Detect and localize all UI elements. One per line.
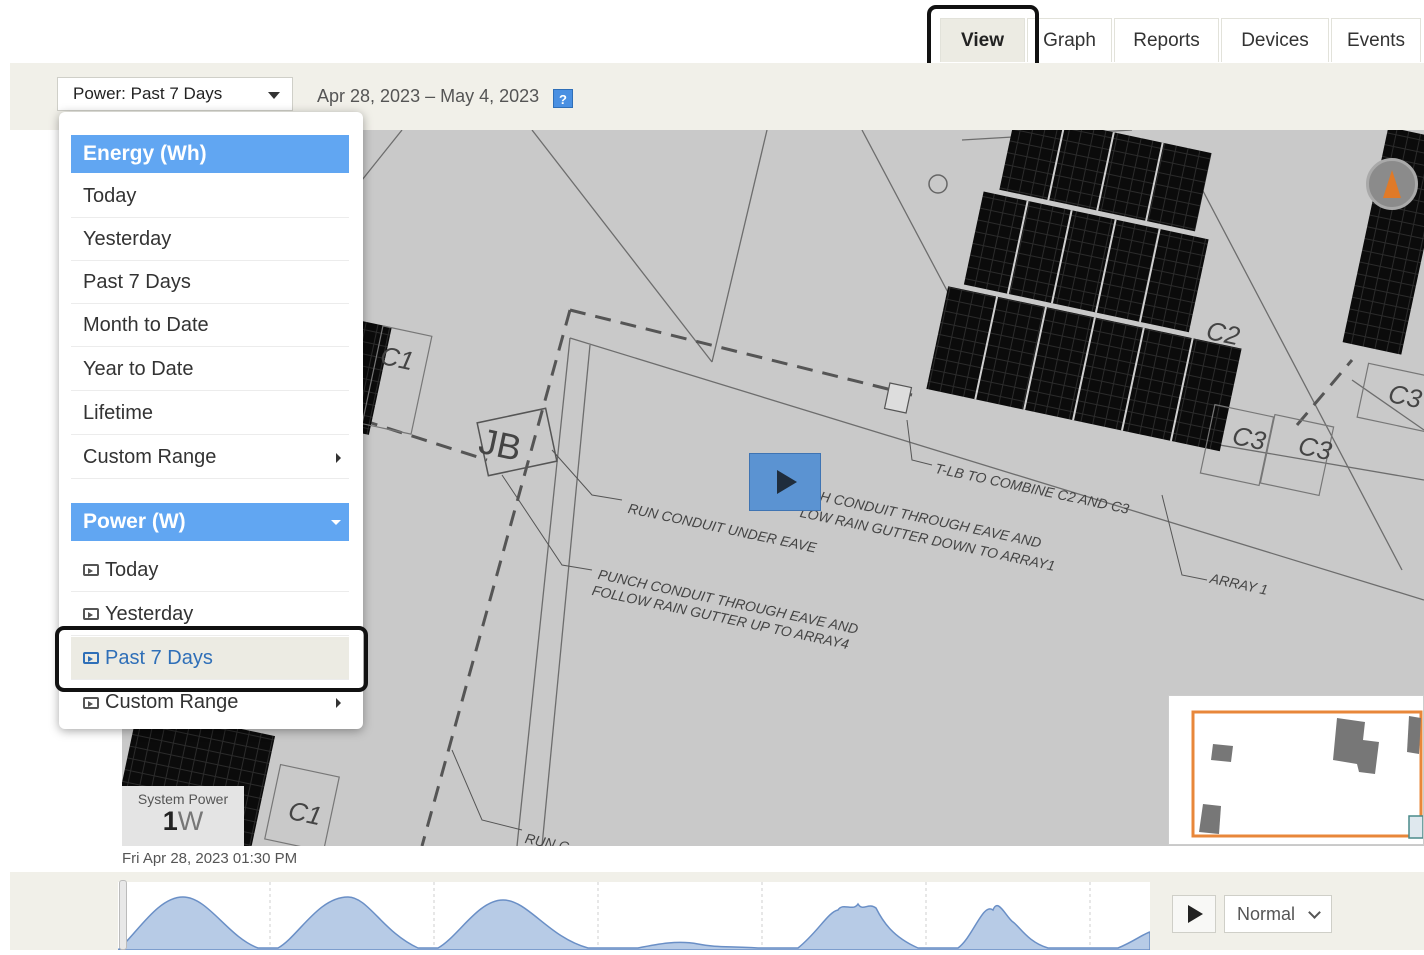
menu-item-label: Past 7 Days	[105, 646, 213, 669]
menu-item-label: Month to Date	[83, 313, 209, 336]
timeline-sparkline	[116, 882, 1151, 951]
timeline-play-button[interactable]	[1172, 895, 1216, 933]
playback-icon	[83, 652, 99, 664]
speed-select[interactable]: Normal	[1224, 895, 1332, 933]
caret-down-icon	[268, 92, 280, 99]
menu-item-power-today[interactable]: Today	[71, 549, 349, 592]
timeline-chart[interactable]	[116, 882, 1151, 951]
system-power-unit: W	[177, 806, 204, 836]
menu-item-energy-past-7-days[interactable]: Past 7 Days	[71, 261, 349, 304]
menu-item-label: Custom Range	[83, 445, 217, 468]
chevron-down-icon	[1308, 906, 1321, 919]
chevron-right-icon	[336, 453, 341, 463]
tab-view[interactable]: View	[940, 18, 1025, 62]
play-icon	[1188, 905, 1203, 923]
group-power: Power (W)	[71, 503, 349, 541]
compass-needle-icon	[1383, 170, 1401, 198]
tab-graph[interactable]: Graph	[1027, 18, 1112, 62]
tab-events[interactable]: Events	[1331, 18, 1421, 62]
group-power-label: Power (W)	[83, 510, 186, 533]
menu-item-energy-year-to-date[interactable]: Year to Date	[71, 348, 349, 391]
menu-item-label: Today	[83, 184, 137, 207]
playback-icon	[83, 608, 99, 620]
minimap-drawing	[1191, 710, 1424, 839]
caret-down-icon	[331, 520, 341, 525]
menu-item-label: Yesterday	[105, 602, 194, 625]
system-power-value: 1W	[122, 807, 244, 835]
period-select[interactable]: Power: Past 7 Days	[57, 77, 293, 111]
tab-devices[interactable]: Devices	[1221, 18, 1329, 62]
menu-item-power-yesterday[interactable]: Yesterday	[71, 593, 349, 636]
map-label-c3: C3	[1229, 420, 1269, 457]
map-label-c2: C2	[1203, 315, 1243, 352]
menu-item-power-past-7-days[interactable]: Past 7 Days	[71, 637, 349, 680]
playback-icon	[83, 564, 99, 576]
map-label-c3-2: C3	[1295, 430, 1335, 467]
group-energy: Energy (Wh)	[71, 135, 349, 173]
map-label-jb: JB	[475, 420, 526, 469]
help-icon[interactable]: ?	[553, 89, 573, 108]
chevron-right-icon	[336, 698, 341, 708]
map-label-c1-bottom: C1	[285, 795, 325, 832]
menu-item-label: Today	[105, 558, 159, 581]
system-power-panel: System Power 1W	[122, 786, 244, 846]
period-select-label: Power: Past 7 Days	[73, 84, 223, 103]
menu-item-energy-today[interactable]: Today	[71, 175, 349, 218]
map-play-button[interactable]	[749, 453, 821, 511]
minimap[interactable]	[1168, 695, 1424, 845]
menu-item-energy-yesterday[interactable]: Yesterday	[71, 218, 349, 261]
map-label-c1: C1	[377, 340, 417, 377]
menu-item-label: Year to Date	[83, 357, 194, 380]
menu-item-label: Custom Range	[105, 691, 239, 713]
menu-item-energy-month-to-date[interactable]: Month to Date	[71, 304, 349, 347]
main-tabs: View Graph Reports Devices Events	[940, 18, 1423, 63]
menu-item-power-custom-range[interactable]: Custom Range	[71, 681, 349, 724]
current-timestamp: Fri Apr 28, 2023 01:30 PM	[122, 850, 298, 867]
menu-item-energy-lifetime[interactable]: Lifetime	[71, 392, 349, 435]
play-icon	[777, 470, 797, 494]
system-power-label: System Power	[137, 791, 229, 807]
tab-reports[interactable]: Reports	[1114, 18, 1219, 62]
system-power-number: 1	[162, 806, 178, 836]
compass-icon[interactable]	[1366, 158, 1418, 210]
playback-icon	[83, 696, 99, 709]
map-label-c3-3: C3	[1385, 378, 1424, 415]
timeline-handle[interactable]	[119, 880, 127, 950]
speed-select-label: Normal	[1237, 903, 1296, 924]
menu-item-label: Yesterday	[83, 227, 172, 250]
menu-item-label: Lifetime	[83, 401, 154, 424]
menu-item-energy-custom-range[interactable]: Custom Range	[71, 436, 349, 479]
menu-item-label: Past 7 Days	[83, 270, 191, 293]
period-dropdown-menu: Energy (Wh) Today Yesterday Past 7 Days …	[59, 112, 363, 729]
date-range: Apr 28, 2023 – May 4, 2023	[317, 86, 540, 106]
